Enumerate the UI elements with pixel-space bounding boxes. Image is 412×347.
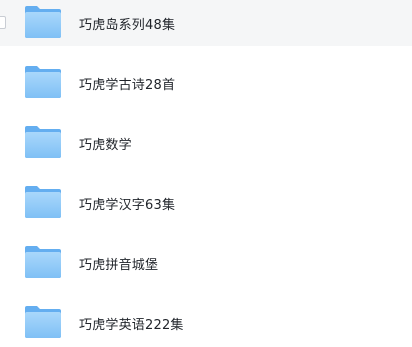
file-name[interactable]: 巧虎岛系列48集 — [79, 14, 175, 33]
file-row-folder[interactable]: 巧虎拼音城堡 — [0, 240, 412, 286]
folder-icon — [24, 245, 62, 279]
file-name[interactable]: 巧虎拼音城堡 — [79, 254, 158, 273]
file-name[interactable]: 巧虎学汉字63集 — [79, 194, 175, 213]
file-row-folder[interactable]: 巧虎岛系列48集 — [0, 0, 412, 46]
file-row-folder[interactable]: 巧虎数学 — [0, 120, 412, 166]
folder-icon — [24, 65, 62, 99]
folder-icon — [24, 185, 62, 219]
folder-icon — [24, 125, 62, 159]
file-name[interactable]: 巧虎学古诗28首 — [79, 74, 175, 93]
row-checkbox[interactable] — [0, 16, 6, 29]
file-name[interactable]: 巧虎数学 — [79, 134, 132, 153]
file-row-folder[interactable]: 巧虎学古诗28首 — [0, 60, 412, 106]
file-row-folder[interactable]: 巧虎学英语222集 — [0, 300, 412, 346]
folder-icon — [24, 305, 62, 339]
file-name[interactable]: 巧虎学英语222集 — [79, 314, 184, 333]
file-row-folder[interactable]: 巧虎学汉字63集 — [0, 180, 412, 226]
file-list: 巧虎岛系列48集 巧虎学古诗28首 巧虎数学 巧虎学汉字63集 巧虎拼音城堡 巧… — [0, 0, 412, 347]
folder-icon — [24, 5, 62, 39]
